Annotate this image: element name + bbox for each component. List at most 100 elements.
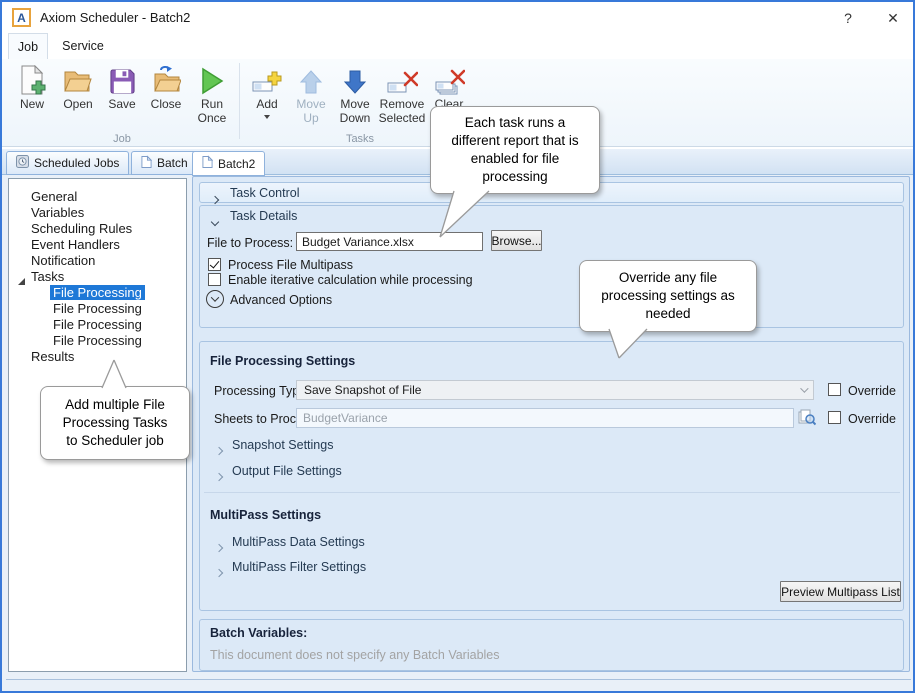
ribbon-tab-row: Job Service — [2, 33, 913, 59]
sidebar-item-variables[interactable]: Variables — [31, 205, 84, 221]
sheets-override-label: Override — [848, 412, 896, 426]
new-button[interactable]: New — [10, 62, 54, 134]
chevron-right-icon — [215, 473, 223, 481]
move-up-button[interactable]: Move Up — [290, 62, 332, 134]
clear-tasks-icon — [434, 62, 465, 95]
processing-type-value: Save Snapshot of File — [304, 383, 421, 397]
scheduled-jobs-icon — [16, 155, 29, 171]
sheet-picker-icon[interactable] — [798, 409, 816, 431]
app-window: A Axiom Scheduler - Batch2 ? ✕ Job Servi… — [0, 0, 915, 693]
processing-type-override-label: Override — [848, 384, 896, 398]
open-button[interactable]: Open — [56, 62, 100, 134]
sidebar-item-file-processing-3[interactable]: File Processing — [53, 317, 142, 333]
dropdown-chevron-icon — [800, 384, 808, 392]
add-task-button[interactable]: Add — [246, 62, 288, 134]
save-floppy-icon — [109, 62, 136, 95]
iterative-calculation-checkbox[interactable] — [208, 273, 221, 286]
processing-type-dropdown[interactable]: Save Snapshot of File — [296, 380, 814, 400]
move-up-arrow-icon — [299, 62, 323, 95]
document-icon — [141, 155, 152, 172]
processing-type-override-checkbox[interactable] — [828, 383, 841, 396]
tasks-expander-icon[interactable] — [17, 273, 26, 291]
batch-variables-empty-text: This document does not specify any Batch… — [210, 648, 500, 662]
window-title: Axiom Scheduler - Batch2 — [40, 10, 190, 25]
open-folder-icon — [63, 62, 93, 95]
callout-override-tail — [597, 329, 657, 361]
callout-task-tail — [432, 191, 502, 241]
advanced-options-expander-icon[interactable] — [206, 290, 224, 308]
chevron-right-icon — [215, 544, 223, 552]
output-file-settings-expander[interactable]: Output File Settings — [232, 464, 342, 478]
sidebar-item-file-processing-4[interactable]: File Processing — [53, 333, 142, 349]
new-button-label: New — [20, 98, 44, 112]
tab-batch[interactable]: Batch — [131, 151, 198, 175]
chevron-right-icon — [211, 196, 219, 204]
sidebar-item-results[interactable]: Results — [31, 349, 74, 365]
advanced-options-label[interactable]: Advanced Options — [230, 293, 332, 307]
sidebar-item-tasks[interactable]: Tasks — [31, 269, 64, 285]
tab-label: Batch2 — [218, 157, 255, 171]
ribbon-group-separator — [239, 63, 240, 139]
sidebar-item-notification[interactable]: Notification — [31, 253, 95, 269]
remove-selected-button[interactable]: Remove Selected — [378, 62, 426, 134]
section-divider — [204, 492, 900, 493]
file-processing-section: File Processing Settings Processing Type… — [199, 341, 904, 611]
batch-variables-header: Batch Variables: — [210, 626, 307, 640]
close-folder-icon — [151, 62, 181, 95]
save-button[interactable]: Save — [101, 62, 143, 134]
callout-task-note: Each task runs a different report that i… — [430, 106, 600, 194]
tab-label: Scheduled Jobs — [34, 156, 119, 170]
run-play-icon — [200, 62, 224, 95]
remove-selected-button-label: Remove Selected — [378, 98, 426, 126]
sheets-to-process-input[interactable]: BudgetVariance — [296, 408, 794, 428]
app-logo-icon: A — [12, 8, 31, 27]
ribbon-tab-service[interactable]: Service — [52, 33, 114, 59]
tab-label: Batch — [157, 156, 188, 170]
multipass-filter-settings-expander[interactable]: MultiPass Filter Settings — [232, 560, 366, 574]
sidebar-item-file-processing-2[interactable]: File Processing — [53, 301, 142, 317]
move-down-button[interactable]: Move Down — [333, 62, 377, 134]
multipass-data-settings-expander[interactable]: MultiPass Data Settings — [232, 535, 365, 549]
task-editor-panel: Task Control Task Details File to Proces… — [192, 176, 910, 672]
task-details-label: Task Details — [230, 209, 297, 223]
help-button[interactable]: ? — [833, 6, 863, 30]
document-icon — [202, 155, 213, 172]
run-once-button[interactable]: Run Once — [189, 62, 235, 134]
remove-selected-icon — [387, 62, 418, 95]
snapshot-settings-expander[interactable]: Snapshot Settings — [232, 438, 333, 452]
move-down-button-label: Move Down — [333, 98, 377, 126]
sidebar-item-scheduling-rules[interactable]: Scheduling Rules — [31, 221, 132, 237]
sidebar-item-file-processing-1[interactable]: File Processing — [50, 285, 145, 301]
status-strip-divider — [6, 679, 911, 680]
tab-scheduled-jobs[interactable]: Scheduled Jobs — [6, 151, 129, 175]
batch-variables-section: Batch Variables: This document does not … — [199, 619, 904, 671]
process-file-multipass-checkbox[interactable] — [208, 258, 221, 271]
save-button-label: Save — [108, 98, 135, 112]
chevron-right-icon — [215, 569, 223, 577]
chevron-right-icon — [215, 447, 223, 455]
process-file-multipass-label: Process File Multipass — [228, 258, 353, 272]
add-task-icon — [252, 62, 283, 95]
chevron-down-icon — [211, 218, 219, 226]
tab-batch2[interactable]: Batch2 — [192, 151, 265, 176]
move-up-button-label: Move Up — [290, 98, 332, 126]
ribbon-tab-job[interactable]: Job — [8, 33, 48, 59]
sheets-override-checkbox[interactable] — [828, 411, 841, 424]
close-job-button[interactable]: Close — [144, 62, 188, 134]
iterative-calculation-label: Enable iterative calculation while proce… — [228, 273, 473, 287]
sidebar-item-general[interactable]: General — [31, 189, 77, 205]
new-file-icon — [18, 62, 46, 95]
multipass-settings-header: MultiPass Settings — [210, 508, 321, 522]
ribbon-group-job-label: Job — [10, 133, 234, 145]
file-to-process-label: File to Process: — [207, 236, 293, 250]
sidebar-item-event-handlers[interactable]: Event Handlers — [31, 237, 120, 253]
callout-override-note: Override any file processing settings as… — [579, 260, 757, 332]
add-button-label: Add — [256, 98, 277, 112]
add-dropdown-arrow-icon — [264, 115, 270, 119]
task-control-label: Task Control — [230, 186, 299, 200]
run-once-button-label: Run Once — [189, 98, 235, 126]
preview-multipass-list-button[interactable]: Preview Multipass List — [780, 581, 901, 602]
title-bar: A Axiom Scheduler - Batch2 ? ✕ — [2, 2, 913, 33]
close-button-label: Close — [151, 98, 182, 112]
close-button[interactable]: ✕ — [878, 6, 908, 30]
